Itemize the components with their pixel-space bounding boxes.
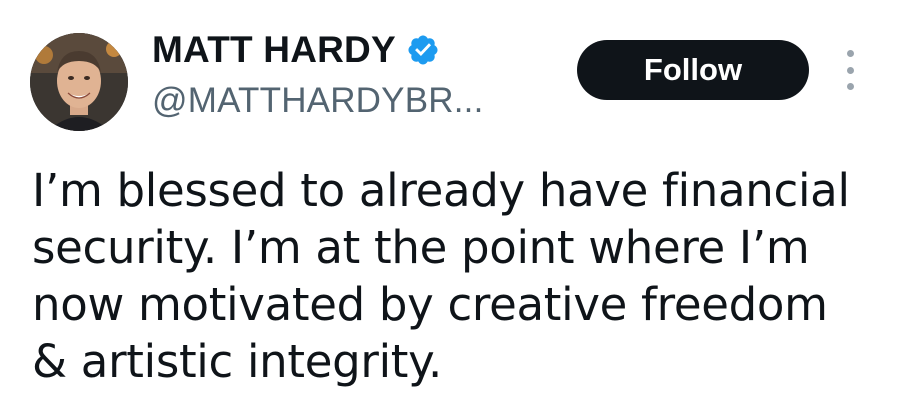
more-dot <box>846 50 854 57</box>
avatar[interactable] <box>30 33 128 131</box>
more-dot <box>846 66 854 74</box>
verified-badge-icon <box>408 35 438 65</box>
author-name-row: MATT HARDY <box>152 29 440 71</box>
tweet-card: MATT HARDY @MATTHARDYBR... Follow I’m bl… <box>0 0 900 408</box>
profile-photo <box>30 33 128 131</box>
tweet-text: I’m blessed to already have financial se… <box>32 164 850 388</box>
more-dot <box>846 83 854 90</box>
author-display-name[interactable]: MATT HARDY <box>152 29 396 71</box>
author-handle[interactable]: @MATTHARDYBR... <box>152 80 484 122</box>
more-options-icon[interactable] <box>836 50 864 90</box>
follow-button[interactable]: Follow <box>577 40 809 100</box>
